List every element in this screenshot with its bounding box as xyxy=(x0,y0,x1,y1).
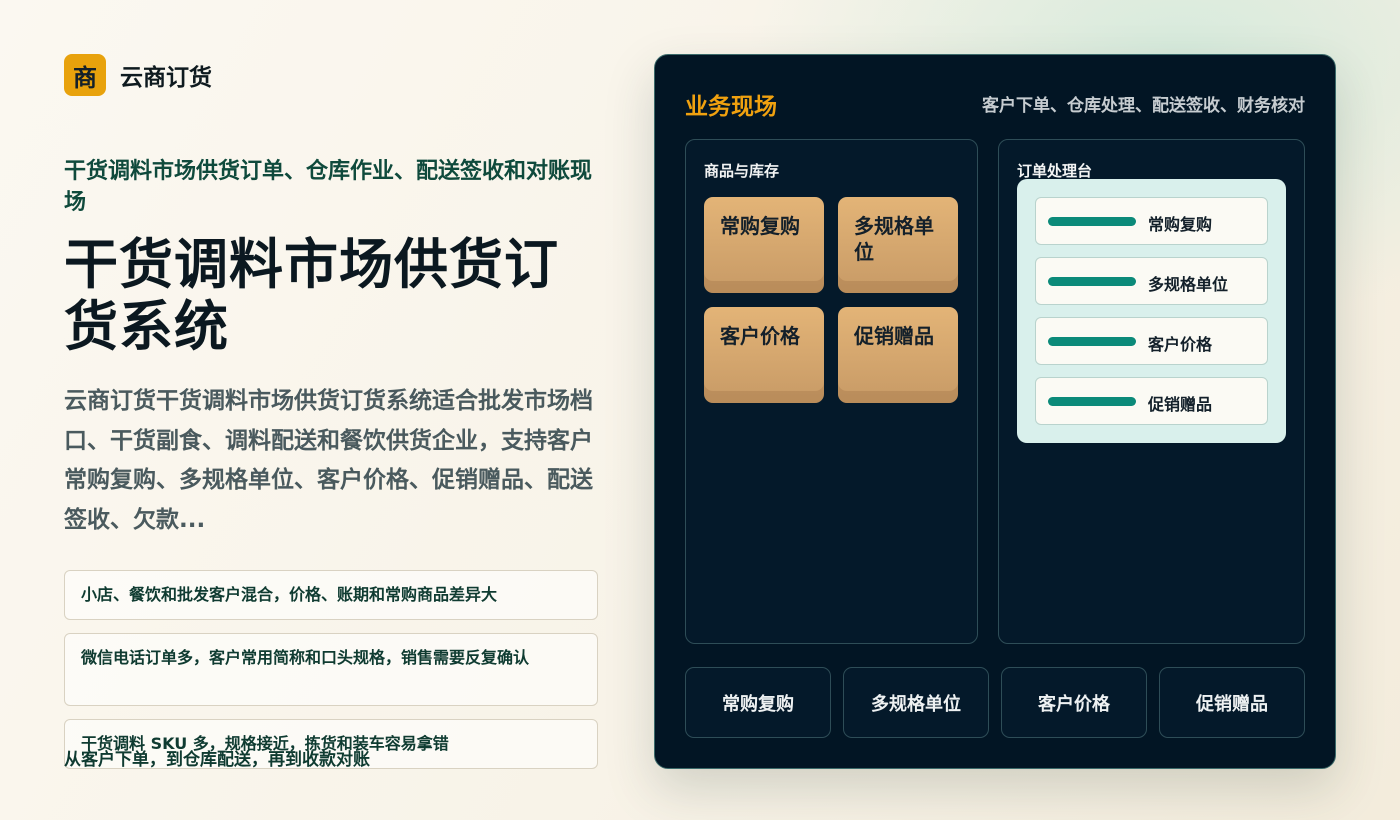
pain-point-card: 微信电话订单多，客户常用简称和口头规格，销售需要反复确认 xyxy=(64,633,598,706)
inventory-tile[interactable]: 客户价格 xyxy=(704,307,824,403)
action-button[interactable]: 常购复购 xyxy=(685,667,831,738)
action-button[interactable]: 客户价格 xyxy=(1001,667,1147,738)
page-title: 干货调料市场供货订货系统 xyxy=(64,233,559,358)
action-button[interactable]: 促销赠品 xyxy=(1159,667,1305,738)
inventory-panel-title: 商品与库存 xyxy=(704,162,780,180)
progress-bar xyxy=(1048,217,1136,226)
hero-kicker: 干货调料市场供货订单、仓库作业、配送签收和对账现场 xyxy=(64,159,593,215)
order-panel-title: 订单处理台 xyxy=(1017,162,1093,180)
inventory-tile[interactable]: 常购复购 xyxy=(704,197,824,293)
business-board: 业务现场 客户下单、仓库处理、配送签收、财务核对 商品与库存 常购复购 多规格单… xyxy=(654,54,1336,769)
order-row-label: 促销赠品 xyxy=(1148,395,1213,414)
board-flow-text: 客户下单、仓库处理、配送签收、财务核对 xyxy=(982,96,1305,116)
board-title: 业务现场 xyxy=(685,94,777,120)
brand-name: 云商订货 xyxy=(120,65,212,91)
order-row-label: 多规格单位 xyxy=(1148,275,1229,294)
inventory-tile[interactable]: 促销赠品 xyxy=(838,307,958,403)
order-row[interactable]: 多规格单位 xyxy=(1035,257,1268,305)
flow-caption: 从客户下单，到仓库配送，再到收款对账 xyxy=(64,750,370,770)
progress-bar xyxy=(1048,337,1136,346)
order-panel: 订单处理台 常购复购 多规格单位 客户价格 促销赠品 xyxy=(998,139,1305,644)
action-button[interactable]: 多规格单位 xyxy=(843,667,989,738)
order-list: 常购复购 多规格单位 客户价格 促销赠品 xyxy=(1017,179,1286,443)
progress-bar xyxy=(1048,277,1136,286)
order-row[interactable]: 促销赠品 xyxy=(1035,377,1268,425)
progress-bar xyxy=(1048,397,1136,406)
order-row-label: 常购复购 xyxy=(1148,215,1213,234)
logo-badge-icon: 商 xyxy=(64,54,106,96)
order-row[interactable]: 常购复购 xyxy=(1035,197,1268,245)
inventory-panel: 商品与库存 常购复购 多规格单位 客户价格 促销赠品 xyxy=(685,139,978,644)
pain-point-card: 小店、餐饮和批发客户混合，价格、账期和常购商品差异大 xyxy=(64,570,598,620)
order-row-label: 客户价格 xyxy=(1148,335,1213,354)
order-row[interactable]: 客户价格 xyxy=(1035,317,1268,365)
hero-description: 云商订货干货调料市场供货订货系统适合批发市场档口、干货副食、调料配送和餐饮供货企… xyxy=(64,388,593,533)
brand-logo[interactable]: 商 云商订货 xyxy=(64,54,212,96)
inventory-tile[interactable]: 多规格单位 xyxy=(838,197,958,293)
